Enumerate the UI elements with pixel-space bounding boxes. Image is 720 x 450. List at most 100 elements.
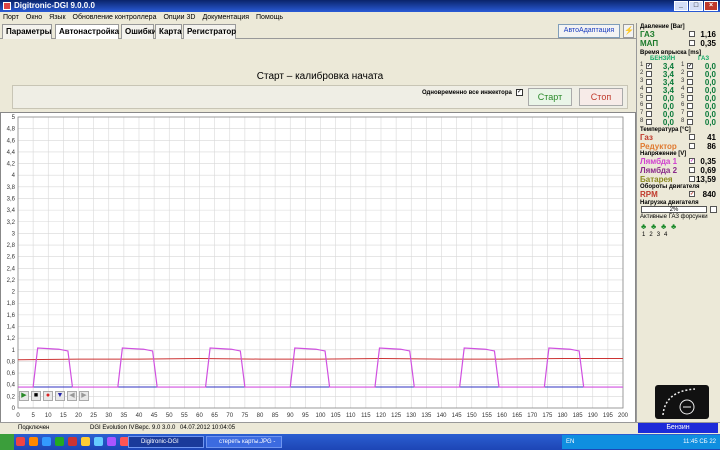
x-tick-label: 0 (16, 413, 20, 419)
menu-port[interactable]: Порт (3, 12, 19, 23)
map-checkbox[interactable] (689, 40, 695, 46)
play-icon[interactable]: ▶ (19, 391, 29, 401)
gas-pressure-checkbox[interactable] (689, 31, 695, 37)
y-tick-label: 2,4 (7, 266, 16, 272)
battery-checkbox[interactable] (689, 176, 695, 182)
x-tick-label: 60 (196, 413, 203, 419)
x-tick-label: 150 (467, 413, 478, 419)
language-indicator[interactable]: EN (566, 435, 574, 449)
brand-logo (655, 385, 709, 419)
petrol-injector-checkbox[interactable] (646, 111, 652, 117)
taskbar-item-image[interactable]: стереть карты.JPG - (206, 436, 282, 448)
tab-bar: Параметры Автонастройка Ошибки Карта Рег… (0, 23, 636, 39)
temp-gas-row: Газ 41 (640, 133, 716, 142)
menu-language[interactable]: Язык (49, 12, 65, 23)
tab-errors[interactable]: Ошибки (121, 24, 157, 39)
gas-injector-checkbox[interactable]: ✓ (687, 63, 693, 69)
load-bar: 2% (641, 206, 707, 213)
y-tick-label: 3 (12, 231, 16, 237)
load-checkbox[interactable] (710, 206, 717, 213)
auto-adapt-button[interactable]: АвтоАдаптация (558, 24, 620, 38)
app-launch-icon[interactable] (29, 437, 38, 446)
x-tick-label: 10 (45, 413, 52, 419)
menu-options-3d[interactable]: Опции 3D (163, 12, 195, 23)
temp-gas-checkbox[interactable] (689, 134, 695, 140)
tab-map[interactable]: Карта (155, 24, 182, 39)
gas-injector-checkbox[interactable] (687, 119, 693, 125)
record-icon[interactable]: ● (43, 391, 53, 401)
start-menu-button[interactable] (0, 434, 14, 450)
x-tick-label: 70 (226, 413, 233, 419)
down-icon[interactable]: ▼ (55, 391, 65, 401)
app-launch-icon[interactable] (55, 437, 64, 446)
y-tick-label: 4,6 (7, 138, 16, 144)
x-tick-label: 80 (257, 413, 264, 419)
injector-row: 6 0,0 6 0,0 (640, 102, 716, 111)
y-tick-label: 2,6 (7, 255, 16, 261)
petrol-injector-checkbox[interactable] (646, 119, 652, 125)
y-tick-label: 3,4 (7, 208, 16, 214)
menu-update-controller[interactable]: Обновление контроллера (73, 12, 157, 23)
gas-injector-checkbox[interactable] (687, 71, 693, 77)
x-tick-label: 135 (421, 413, 432, 419)
tab-recorder[interactable]: Регистратор (183, 24, 236, 39)
tab-parameters[interactable]: Параметры (2, 24, 52, 39)
battery-row: Батарея 13,59 (640, 175, 716, 184)
gas-injector-checkbox[interactable] (687, 111, 693, 117)
petrol-injector-checkbox[interactable] (646, 103, 652, 109)
active-injector-numbers: 1 2 3 4 (642, 232, 668, 238)
x-tick-label: 195 (603, 413, 614, 419)
x-tick-label: 120 (376, 413, 387, 419)
maximize-button[interactable]: □ (689, 1, 703, 11)
injector-row: 7 0,0 7 0,0 (640, 110, 716, 119)
lightning-icon[interactable]: ⚡ (623, 24, 634, 38)
app-launch-icon[interactable] (81, 437, 90, 446)
petrol-injector-checkbox[interactable] (646, 95, 652, 101)
injector-row: 1 ✓ 3,4 1 ✓ 0,0 (640, 62, 716, 71)
app-launch-icon[interactable] (16, 437, 25, 446)
lambda1-row: Лямбда 1 ✓ 0,35 (640, 157, 716, 166)
lambda2-row: Лямбда 2 0,69 (640, 166, 716, 175)
minimize-button[interactable]: _ (674, 1, 688, 11)
app-launch-icon[interactable] (94, 437, 103, 446)
x-tick-label: 105 (331, 413, 342, 419)
gas-injector-checkbox[interactable] (687, 87, 693, 93)
menu-help[interactable]: Помощь (256, 12, 283, 23)
app-launch-icon[interactable] (42, 437, 51, 446)
simultaneous-checkbox[interactable]: ✓ (516, 89, 523, 96)
start-button[interactable]: Старт (528, 88, 572, 106)
tab-autotune[interactable]: Автонастройка (55, 24, 119, 39)
petrol-injector-checkbox[interactable] (646, 87, 652, 93)
lambda1-checkbox[interactable]: ✓ (689, 158, 695, 164)
x-tick-label: 165 (512, 413, 523, 419)
back-icon[interactable]: ◀ (67, 391, 77, 401)
gas-injector-checkbox[interactable] (687, 103, 693, 109)
stop-icon[interactable]: ■ (31, 391, 41, 401)
x-tick-label: 180 (557, 413, 568, 419)
y-tick-label: 3,8 (7, 185, 16, 191)
forward-icon[interactable]: ▶ (79, 391, 89, 401)
x-tick-label: 65 (211, 413, 218, 419)
stop-button[interactable]: Стоп (579, 88, 623, 106)
rpm-checkbox[interactable]: ✓ (689, 191, 695, 197)
y-tick-label: 0,8 (7, 359, 16, 365)
x-tick-label: 5 (31, 413, 35, 419)
taskbar-item-digitronic[interactable]: Digitronic-DGI (128, 436, 204, 448)
lambda2-checkbox[interactable] (689, 167, 695, 173)
petrol-injector-checkbox[interactable] (646, 79, 652, 85)
menu-window[interactable]: Окно (26, 12, 42, 23)
y-tick-label: 1,2 (7, 336, 16, 342)
injector-row: 2 3,4 2 0,0 (640, 70, 716, 79)
menu-documentation[interactable]: Документация (202, 12, 249, 23)
temp-reducer-checkbox[interactable] (689, 143, 695, 149)
autotune-panel: Старт – калибровка начата Одновременно в… (0, 40, 636, 450)
gas-injector-checkbox[interactable] (687, 79, 693, 85)
app-launch-icon[interactable] (68, 437, 77, 446)
gas-injector-checkbox[interactable] (687, 95, 693, 101)
app-launch-icon[interactable] (107, 437, 116, 446)
petrol-injector-checkbox[interactable]: ✓ (646, 63, 652, 69)
petrol-injector-checkbox[interactable] (646, 71, 652, 77)
playback-controls: ▶ ■ ● ▼ ◀ ▶ (19, 391, 89, 401)
title-bar: Digitronic-DGI 9.0.0.0 _ □ × (0, 0, 720, 12)
close-button[interactable]: × (704, 1, 718, 11)
